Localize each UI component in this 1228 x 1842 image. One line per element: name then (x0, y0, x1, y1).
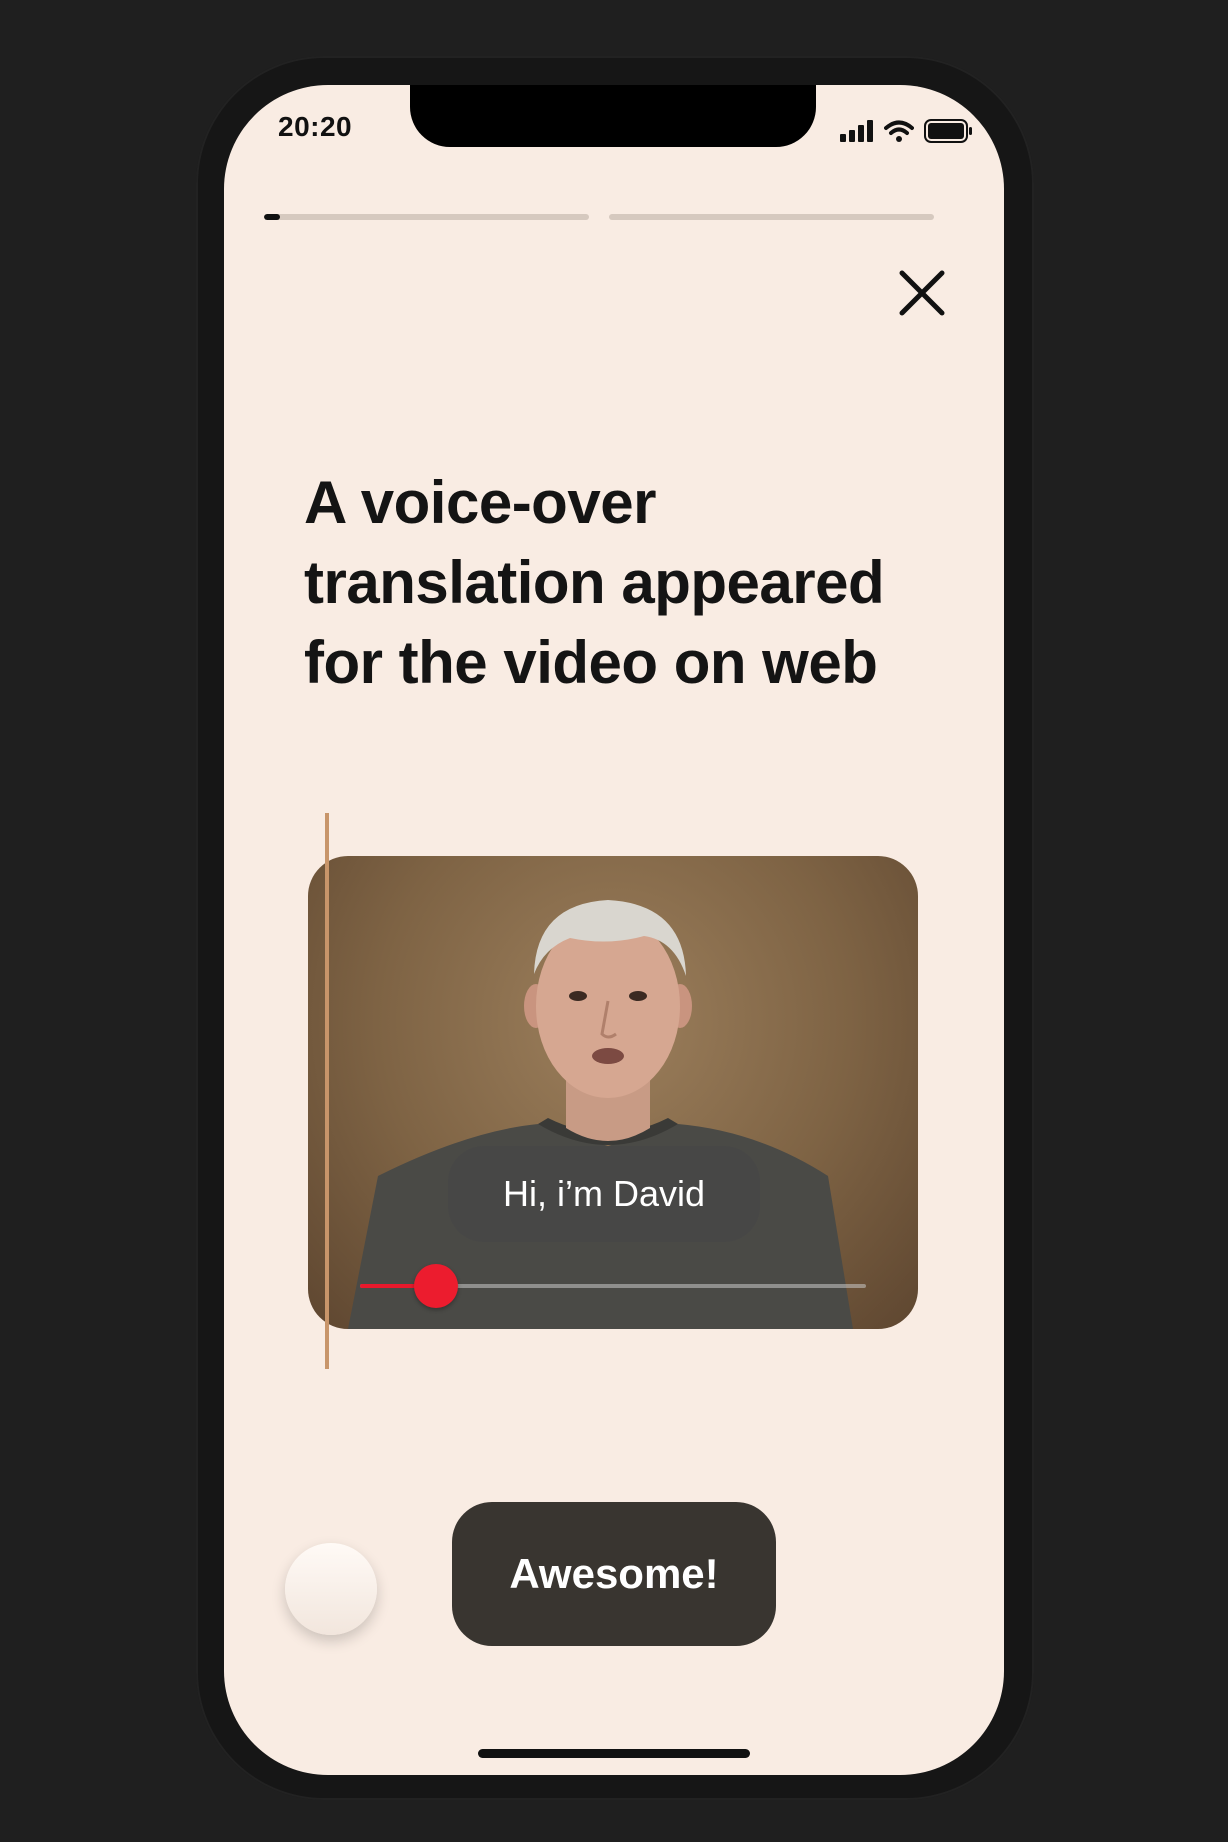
subtitle-caption: Hi, i’m David (448, 1146, 760, 1242)
home-indicator (478, 1749, 750, 1758)
story-progress (264, 214, 934, 220)
app-screen: 20:20 A voice-over translation appeared … (224, 85, 1004, 1775)
round-button[interactable] (285, 1543, 377, 1635)
cellular-signal-icon (840, 120, 873, 142)
video-player[interactable]: Hi, i’m David (308, 856, 918, 1329)
headline: A voice-over translation appeared for th… (304, 469, 885, 696)
progress-fill (264, 214, 281, 220)
wifi-icon (884, 120, 914, 142)
close-icon (899, 270, 945, 316)
seekbar-thumb[interactable] (413, 1264, 458, 1308)
video-seekbar[interactable] (360, 1264, 866, 1308)
status-icons (840, 119, 974, 143)
close-button[interactable] (894, 265, 950, 321)
battery-icon (924, 119, 972, 143)
device-notch (410, 85, 816, 147)
video-frame-image (348, 900, 853, 1329)
progress-segment (264, 214, 589, 220)
progress-segment (609, 214, 934, 220)
status-time: 20:20 (278, 111, 353, 142)
awesome-button[interactable]: Awesome! (452, 1502, 776, 1646)
vertical-guide-line (325, 813, 329, 1369)
